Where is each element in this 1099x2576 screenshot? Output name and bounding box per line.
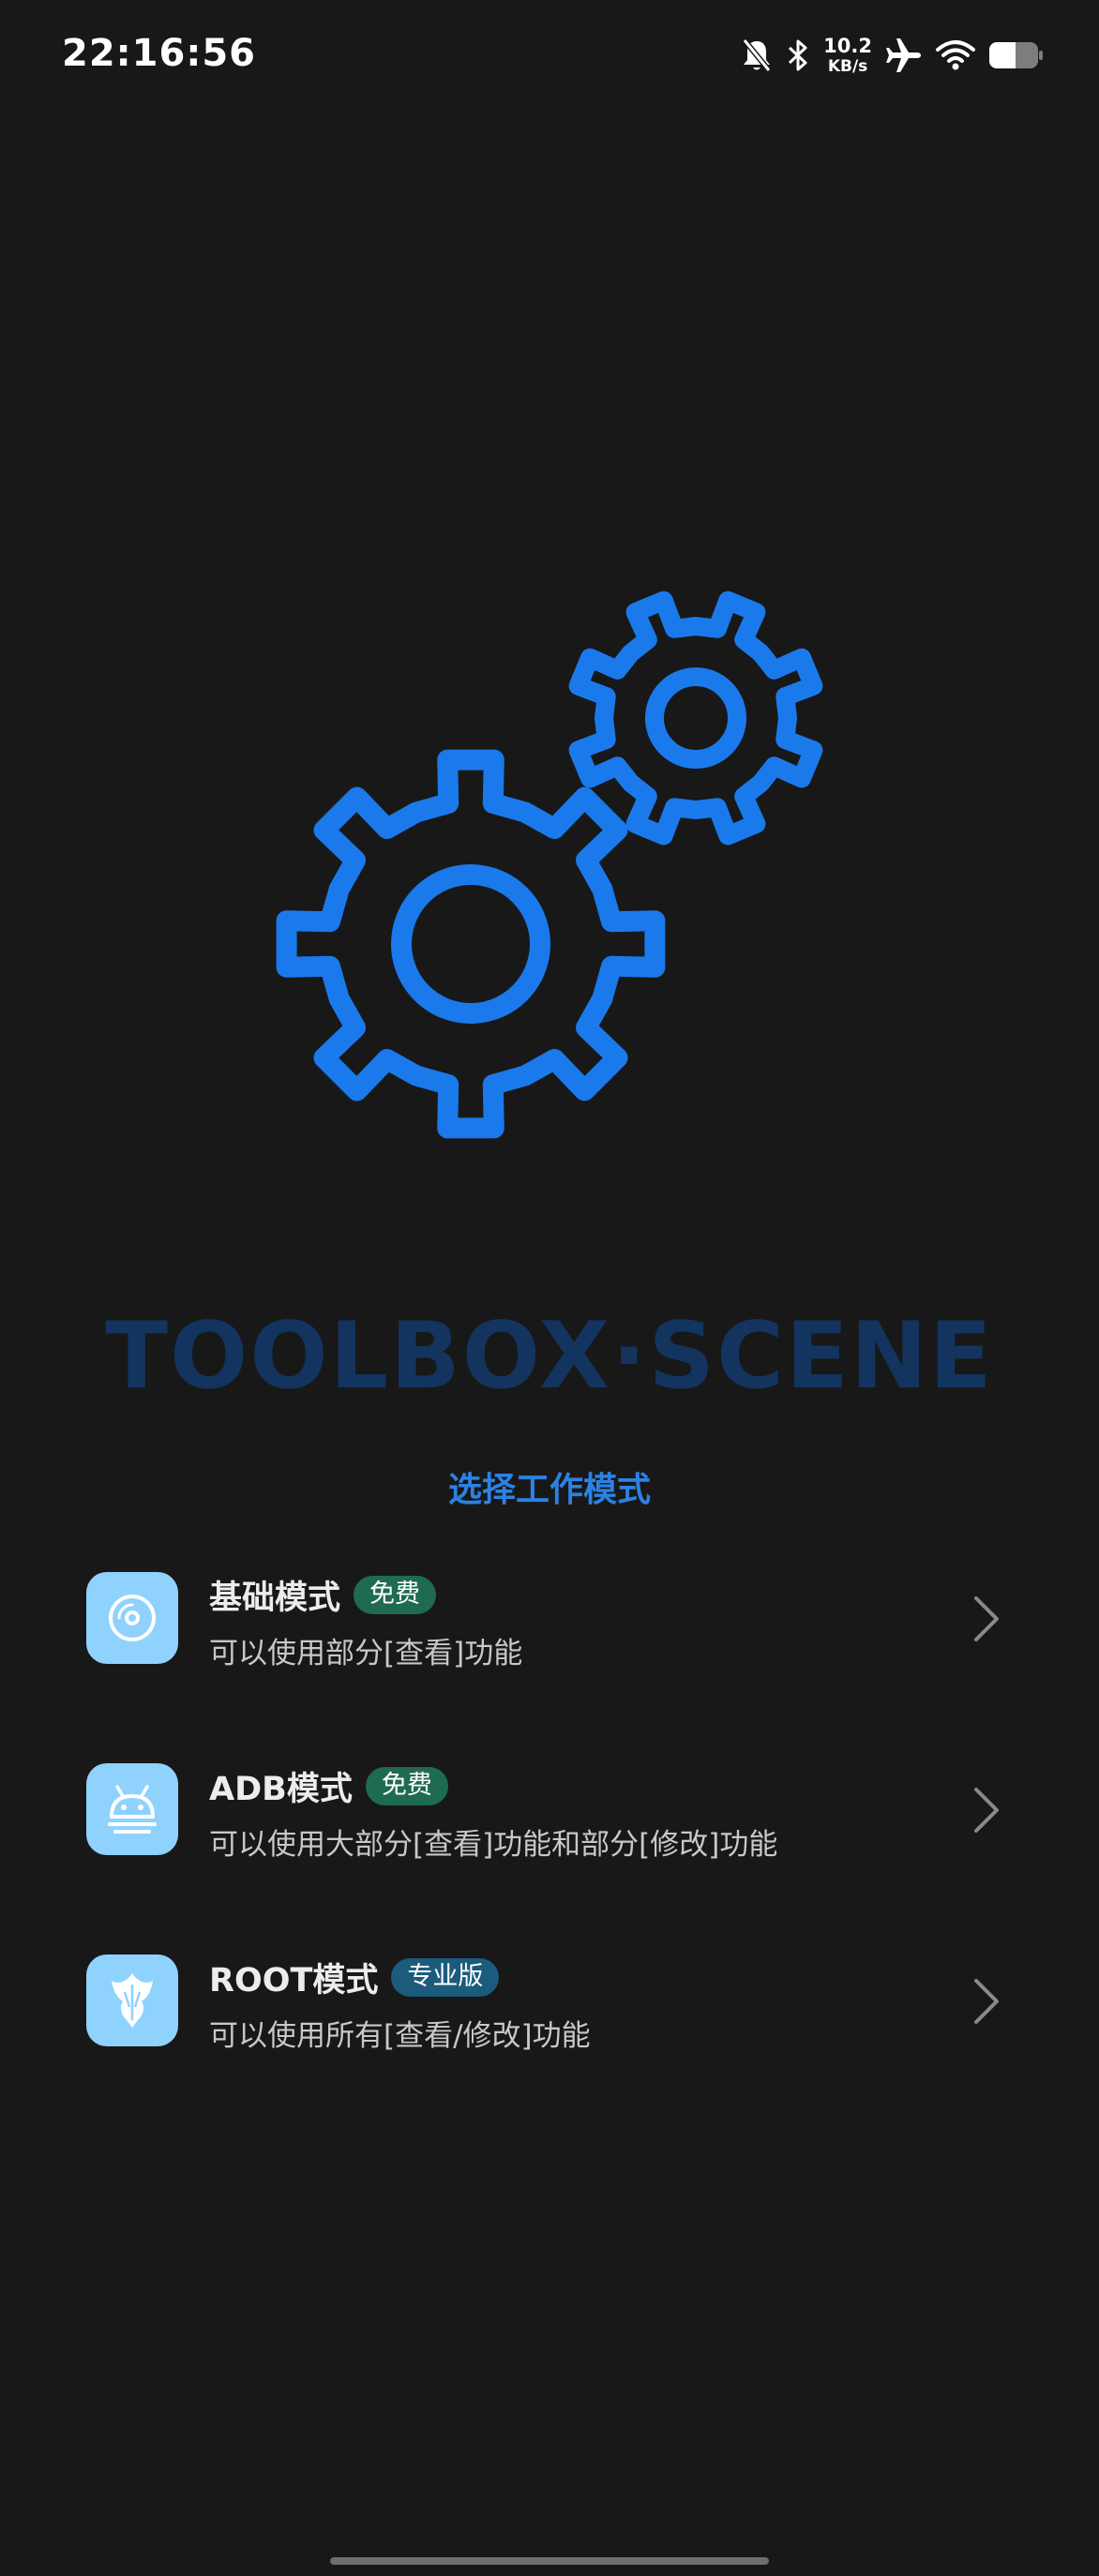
net-speed: 10.2 KB/s <box>823 34 872 76</box>
app-brand-title: TOOLBOX·SCENE <box>105 1303 994 1410</box>
gear-outline <box>276 749 666 1139</box>
adb-mode-title: ADB模式 <box>209 1771 353 1808</box>
airplane-icon <box>886 38 921 72</box>
home-indicator[interactable] <box>330 2557 769 2565</box>
gear-outline <box>568 591 823 846</box>
bluetooth-icon <box>789 39 807 71</box>
small-gear <box>568 591 823 846</box>
root-mode-badge: 专业版 <box>391 1958 500 1997</box>
basic-mode-tile <box>86 1572 178 1664</box>
battery-icon <box>989 42 1043 68</box>
wifi-icon <box>936 40 975 70</box>
root-mode-tile <box>86 1954 178 2046</box>
magisk-icon <box>112 1973 153 2028</box>
net-speed-unit: KB/s <box>827 56 868 76</box>
gear-hub <box>645 667 746 769</box>
android-icon <box>108 1785 157 1834</box>
disc-icon <box>109 1595 156 1641</box>
status-time: 22:16:56 <box>62 32 256 75</box>
chevron-right-icon <box>974 1788 999 1833</box>
basic-mode-badge: 免费 <box>354 1576 437 1614</box>
adb-mode-badge: 免费 <box>365 1767 448 1805</box>
basic-mode-title: 基础模式 <box>209 1580 341 1617</box>
basic-mode-description: 可以使用部分[查看]功能 <box>209 1637 523 1670</box>
adb-mode-tile <box>86 1763 178 1855</box>
chevron-right-icon <box>974 1596 999 1641</box>
status-bar: 22:16:56 10.2 KB/s <box>0 0 1099 112</box>
mode-row-root[interactable]: ROOT模式 专业版 可以使用所有[查看/修改]功能 <box>0 1931 1099 2072</box>
adb-mode-title-line: ADB模式 免费 <box>209 1762 448 1810</box>
root-mode-title: ROOT模式 <box>209 1962 379 1999</box>
mode-row-basic[interactable]: 基础模式 免费 可以使用部分[查看]功能 <box>0 1549 1099 1689</box>
adb-mode-description: 可以使用大部分[查看]功能和部分[修改]功能 <box>209 1828 778 1862</box>
gear-hub <box>391 864 550 1024</box>
root-mode-title-line: ROOT模式 专业版 <box>209 1954 500 2001</box>
root-mode-description: 可以使用所有[查看/修改]功能 <box>209 2019 591 2053</box>
status-icons: 10.2 KB/s <box>741 32 1043 79</box>
basic-mode-title-line: 基础模式 免费 <box>209 1571 437 1619</box>
mode-select-heading: 选择工作模式 <box>447 1471 651 1509</box>
bell-off-icon <box>742 38 772 72</box>
large-gear <box>276 749 666 1139</box>
mode-row-adb[interactable]: ADB模式 免费 可以使用大部分[查看]功能和部分[修改]功能 <box>0 1740 1099 1880</box>
net-speed-value: 10.2 <box>823 34 872 57</box>
gears-icon <box>276 591 823 1139</box>
chevron-right-icon <box>974 1979 999 2024</box>
